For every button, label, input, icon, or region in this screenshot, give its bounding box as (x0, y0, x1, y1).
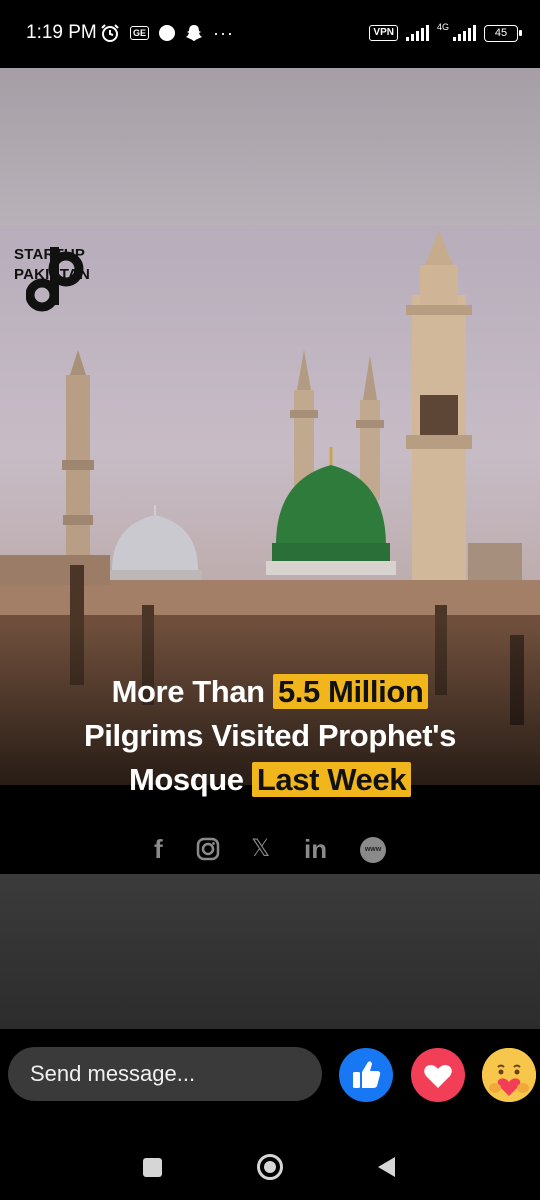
startup-pakistan-logo: STARTUP PAKISTAN (14, 245, 124, 312)
headline-line-3: Mosque Last Week (0, 758, 540, 802)
more-dots-icon: ··· (213, 23, 234, 43)
care-reaction-button[interactable] (482, 1048, 536, 1102)
signal-icon-1 (405, 25, 429, 41)
home-button[interactable] (257, 1154, 283, 1180)
recent-apps-button[interactable] (143, 1158, 162, 1177)
post-image-bottom-band (0, 874, 540, 1029)
heart-icon (424, 1065, 452, 1088)
linkedin-icon: in (304, 834, 328, 864)
www-icon: www (360, 837, 386, 863)
social-icons-row: f 𝕏 in www (0, 831, 540, 867)
sp-logo-mark (26, 247, 84, 312)
facebook-icon: f (154, 834, 163, 864)
battery-icon: 45 (484, 24, 522, 42)
care-emoji-icon (482, 1048, 536, 1102)
snapchat-icon (186, 25, 203, 41)
status-left-icons: GE ··· (100, 22, 234, 44)
alarm-icon (101, 24, 119, 42)
instagram-icon (196, 837, 220, 861)
system-nav-bar (0, 1121, 540, 1200)
headline-line-2: Pilgrims Visited Prophet's (84, 718, 456, 753)
post-image-top-band (0, 68, 540, 225)
like-reaction-button[interactable] (339, 1048, 393, 1102)
signal-icon-2 (453, 25, 476, 41)
ge-icon: GE (130, 26, 150, 40)
message-bar (0, 1029, 540, 1121)
thumbs-up-icon (353, 1061, 381, 1088)
status-bar: 1:19 PM GE ··· VPN 4G 45 (0, 0, 540, 68)
headline-highlight-2: Last Week (251, 762, 412, 797)
x-icon: 𝕏 (251, 835, 271, 862)
status-right: VPN 4G 45 (369, 21, 522, 44)
headline-line-1: More Than 5.5 Million (0, 670, 540, 714)
network-type-label: 4G (436, 21, 449, 32)
post-image[interactable]: STARTUP PAKISTAN More Than 5.5 Million P… (0, 225, 540, 874)
headline-highlight-1: 5.5 Million (272, 674, 429, 709)
circle-icon (159, 25, 176, 41)
status-time: 1:19 PM (26, 22, 97, 43)
vpn-icon: VPN (369, 25, 398, 41)
back-button[interactable] (378, 1157, 395, 1177)
headline-line1-prefix: More Than (111, 674, 273, 709)
post-headline: More Than 5.5 Million Pilgrims Visited P… (0, 670, 540, 802)
send-message-input[interactable] (8, 1047, 322, 1101)
love-reaction-button[interactable] (411, 1048, 465, 1102)
headline-line3-prefix: Mosque (128, 762, 252, 797)
